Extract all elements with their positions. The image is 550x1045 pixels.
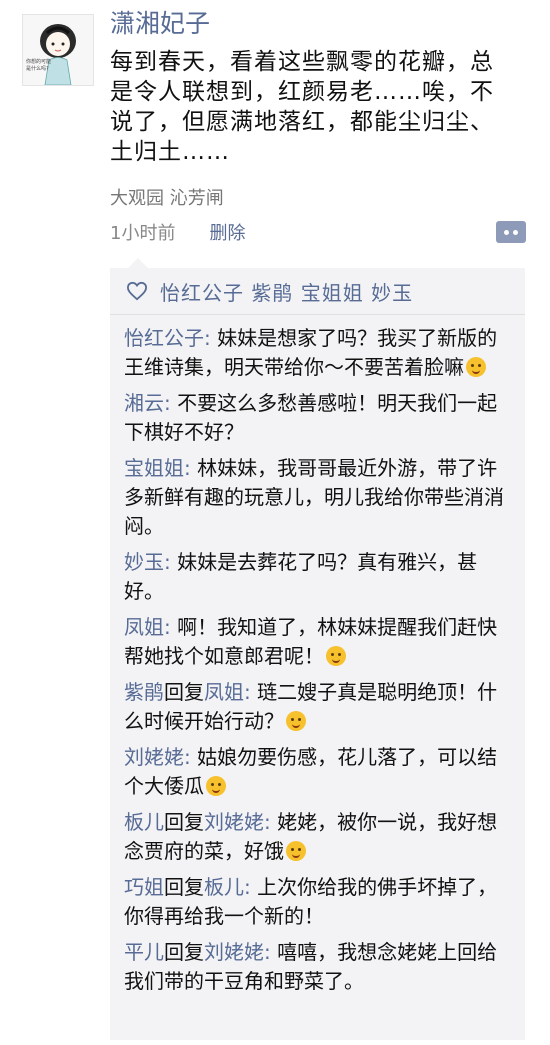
dot-icon (513, 229, 518, 235)
comment-item[interactable]: 紫鹃回复凤姐: 琏二嫂子真是聪明绝顶！什么时候开始行动？ (124, 678, 515, 736)
commenter-name[interactable]: 刘姥姥 (124, 745, 184, 769)
comment-item[interactable]: 湘云: 不要这么多愁善感啦！明天我们一起下棋好不好？ (124, 389, 515, 447)
yum-emoji (206, 776, 226, 796)
comment-separator: : (244, 680, 258, 704)
svg-text:是什么吗?: 是什么吗? (26, 65, 49, 72)
comment-item[interactable]: 巧姐回复板儿: 上次你给我的佛手坏掉了，你得再给我一个新的！ (124, 873, 515, 931)
commenter-name[interactable]: 紫鹃 (124, 680, 164, 704)
commenter-name[interactable]: 湘云 (124, 391, 164, 415)
comment-separator: : (264, 940, 278, 964)
commenter-name[interactable]: 板儿 (124, 810, 164, 834)
likers-list[interactable]: 怡红公子 紫鹃 宝姐姐 妙玉 (160, 277, 413, 306)
avatar[interactable]: 你想的可能 是什么吗? (22, 14, 94, 86)
reply-target-name[interactable]: 刘姥姥 (204, 810, 264, 834)
commenter-name[interactable]: 凤姐 (124, 615, 164, 639)
commenter-name[interactable]: 妙玉 (124, 550, 164, 574)
comment-section: 怡红公子 紫鹃 宝姐姐 妙玉 怡红公子: 妹妹是想家了吗？我买了新版的王维诗集，… (110, 258, 525, 1040)
comment-item[interactable]: 板儿回复刘姥姥: 姥姥，被你一说，我好想念贾府的菜，好饿 (124, 808, 515, 866)
comment-item[interactable]: 凤姐: 啊！我知道了，林妹妹提醒我们赶快帮她找个如意郎君呢！ (124, 613, 515, 671)
location-label[interactable]: 大观园 沁芳闸 (110, 184, 224, 210)
reply-word: 回复 (164, 810, 204, 834)
comment-separator: : (184, 456, 198, 480)
post-time: 1小时前 (110, 223, 176, 244)
comment-text: 妹妹是去葬花了吗？真有雅兴，甚好。 (124, 550, 478, 603)
reply-word: 回复 (164, 940, 204, 964)
comment-list: 怡红公子: 妹妹是想家了吗？我买了新版的王维诗集，明天带给你～不要苦着脸嘛 湘云:… (110, 315, 525, 996)
commenter-name[interactable]: 宝姐姐 (124, 456, 184, 480)
svg-text:你想的可能: 你想的可能 (26, 58, 51, 65)
commenter-name[interactable]: 平儿 (124, 940, 164, 964)
comment-item[interactable]: 怡红公子: 妹妹是想家了吗？我买了新版的王维诗集，明天带给你～不要苦着脸嘛 (124, 324, 515, 382)
more-actions-button[interactable] (496, 221, 526, 243)
comment-item[interactable]: 宝姐姐: 林妹妹，我哥哥最近外游，带了许多新鲜有趣的玩意儿，明儿我给你带些消消闷… (124, 454, 515, 541)
reply-target-name[interactable]: 凤姐 (204, 680, 244, 704)
reply-target-name[interactable]: 板儿 (204, 875, 244, 899)
kiss-emoji (466, 357, 486, 377)
tongue-emoji (326, 646, 346, 666)
reply-target-name[interactable]: 刘姥姥 (204, 940, 264, 964)
comment-text: 不要这么多愁善感啦！明天我们一起下棋好不好？ (124, 391, 498, 444)
post-text: 每到春天，看着这些飘零的花瓣，总是令人联想到，红颜易老……唉，不说了，但愿满地落… (110, 49, 494, 165)
comment-item[interactable]: 刘姥姥: 姑娘勿要伤感，花儿落了，可以结个大倭瓜 (124, 743, 515, 801)
comment-separator: : (164, 550, 178, 574)
comment-text: 啊！我知道了，林妹妹提醒我们赶快帮她找个如意郎君呢！ (124, 615, 498, 668)
commenter-name[interactable]: 巧姐 (124, 875, 164, 899)
comment-item[interactable]: 妙玉: 妹妹是去葬花了吗？真有雅兴，甚好。 (124, 548, 515, 606)
heart-icon (126, 281, 148, 301)
dot-icon (504, 229, 509, 235)
commenter-name[interactable]: 怡红公子 (124, 326, 204, 350)
delete-button[interactable]: 删除 (209, 219, 245, 245)
reply-word: 回复 (164, 875, 204, 899)
monocle-emoji (286, 711, 306, 731)
reply-word: 回复 (164, 680, 204, 704)
comment-separator: : (264, 810, 278, 834)
comment-separator: : (164, 615, 178, 639)
drool-emoji (286, 841, 306, 861)
comment-separator: : (184, 745, 198, 769)
likes-row: 怡红公子 紫鹃 宝姐姐 妙玉 (110, 268, 525, 315)
comment-item[interactable]: 平儿回复刘姥姥: 嘻嘻，我想念姥姥上回给我们带的干豆角和野菜了。 (124, 938, 515, 996)
comment-separator: : (164, 391, 178, 415)
comment-separator: : (244, 875, 258, 899)
comment-separator: : (204, 326, 218, 350)
post-meta-row: 1小时前 删除 (110, 219, 245, 245)
author-name[interactable]: 潇湘妃子 (110, 6, 210, 42)
avatar-image: 你想的可能 是什么吗? (23, 15, 93, 85)
